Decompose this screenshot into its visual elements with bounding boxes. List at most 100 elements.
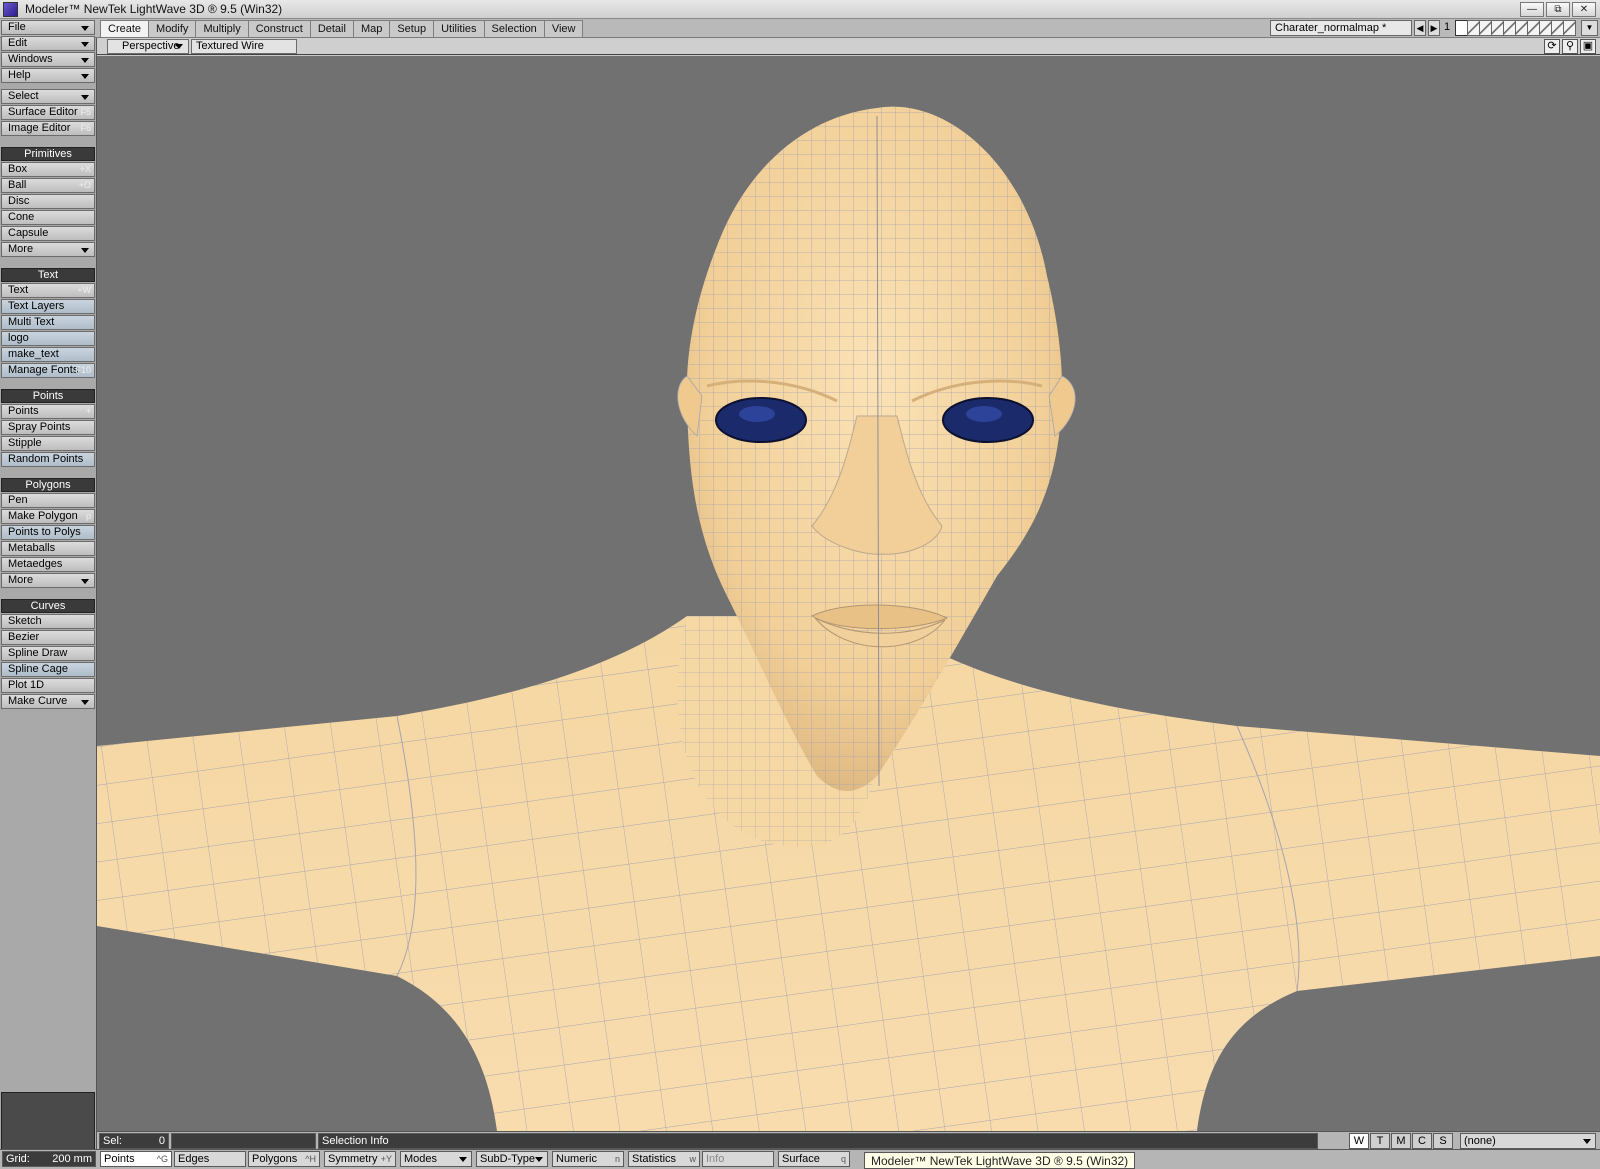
wtmcs-toggles: W T M C S: [1349, 1133, 1454, 1149]
perspective-viewport[interactable]: [97, 56, 1600, 1131]
windows-menu[interactable]: Windows: [1, 52, 95, 67]
symmetry-label: Symmetry: [328, 1153, 378, 1165]
tab-map[interactable]: Map: [352, 20, 391, 37]
surface-label: Surface: [782, 1153, 820, 1165]
more-label: More: [8, 243, 34, 255]
chevron-down-icon: [459, 1157, 467, 1162]
chevron-down-icon: [81, 42, 89, 47]
object-name-dropdown[interactable]: Charater_normalmap *: [1270, 20, 1412, 36]
polygons-more-button[interactable]: More: [1, 573, 95, 588]
numeric-button[interactable]: Numeric n: [552, 1151, 624, 1167]
rotate-icon[interactable]: ⟳: [1544, 39, 1560, 54]
edges-mode-button[interactable]: Edges: [174, 1151, 246, 1167]
tab-view[interactable]: View: [543, 20, 584, 37]
tab-create[interactable]: Create: [100, 20, 150, 37]
surface-editor-button[interactable]: Surface Editor F5: [1, 105, 95, 120]
restore-icon[interactable]: ⧉: [1546, 2, 1570, 17]
manage-fonts-button[interactable]: Manage Fonts F10: [1, 363, 95, 378]
tab-detail[interactable]: Detail: [309, 20, 354, 37]
maximize-icon[interactable]: ▣: [1580, 39, 1596, 54]
tab-strip: Create Modify Multiply Construct Detail …: [100, 20, 584, 37]
wtmcs-c-button[interactable]: C: [1412, 1133, 1432, 1149]
render-mode-label: Textured Wire: [196, 40, 264, 52]
statistics-label: Statistics: [632, 1153, 677, 1165]
help-menu[interactable]: Help: [1, 68, 95, 83]
metaballs-button[interactable]: Metaballs: [1, 541, 95, 556]
subd-type-label: SubD-Type: [480, 1153, 536, 1165]
tab-multiply[interactable]: Multiply: [195, 20, 249, 37]
pen-button[interactable]: Pen: [1, 493, 95, 508]
statistics-button[interactable]: Statistics w: [628, 1151, 700, 1167]
wtmcs-m-button[interactable]: M: [1391, 1133, 1411, 1149]
tab-selection[interactable]: Selection: [483, 20, 545, 37]
chevron-down-icon: [1583, 1139, 1591, 1144]
curves-header: Curves: [1, 599, 95, 613]
modes-dropdown[interactable]: Modes: [400, 1151, 472, 1167]
chevron-left-icon[interactable]: ◀: [1414, 20, 1426, 36]
layer-cell[interactable]: [1563, 20, 1576, 36]
surface-editor-label: Surface Editor: [8, 106, 78, 118]
multi-text-button[interactable]: Multi Text: [1, 315, 95, 330]
symmetry-button[interactable]: Symmetry +Y: [324, 1151, 396, 1167]
capsule-button[interactable]: Capsule: [1, 226, 95, 241]
close-icon[interactable]: ✕: [1572, 2, 1596, 17]
shortcut-label: +W: [77, 285, 91, 295]
selection-info-bar: Sel: 0 Selection Info W T M C S (none): [97, 1131, 1600, 1149]
select-menu-label: Select: [8, 90, 39, 102]
spray-points-button[interactable]: Spray Points: [1, 420, 95, 435]
app-logo-icon[interactable]: [3, 2, 18, 17]
spline-draw-button[interactable]: Spline Draw: [1, 646, 95, 661]
window-title: Modeler™ NewTek LightWave 3D ® 9.5 (Win3…: [25, 2, 283, 16]
random-points-button[interactable]: Random Points: [1, 452, 95, 467]
points-to-polys-button[interactable]: Points to Polys: [1, 525, 95, 540]
chevron-down-icon[interactable]: ▼: [1581, 20, 1598, 36]
disc-button[interactable]: Disc: [1, 194, 95, 209]
cone-button[interactable]: Cone: [1, 210, 95, 225]
toolbar-tabs-row: Create Modify Multiply Construct Detail …: [0, 19, 1600, 38]
view-type-dropdown[interactable]: Perspective: [107, 39, 189, 54]
points-header: Points: [1, 389, 95, 403]
file-menu[interactable]: File: [1, 20, 95, 35]
plot-1d-button[interactable]: Plot 1D: [1, 678, 95, 693]
make-polygon-button[interactable]: Make Polygon p: [1, 509, 95, 524]
ball-button[interactable]: Ball +O: [1, 178, 95, 193]
box-button[interactable]: Box +X: [1, 162, 95, 177]
chevron-down-icon: [535, 1157, 543, 1162]
text-button[interactable]: Text +W: [1, 283, 95, 298]
chevron-right-icon[interactable]: ▶: [1428, 20, 1440, 36]
wtmcs-s-button[interactable]: S: [1433, 1133, 1453, 1149]
make-text-button[interactable]: make_text: [1, 347, 95, 362]
image-editor-button[interactable]: Image Editor F6: [1, 121, 95, 136]
zoom-icon[interactable]: ⚲: [1562, 39, 1578, 54]
points-mode-button[interactable]: Points ^G: [100, 1151, 172, 1167]
spline-cage-button[interactable]: Spline Cage: [1, 662, 95, 677]
logo-button[interactable]: logo: [1, 331, 95, 346]
surface-dropdown[interactable]: (none): [1460, 1133, 1596, 1149]
make-curve-button[interactable]: Make Curve: [1, 694, 95, 709]
points-button[interactable]: Points +: [1, 404, 95, 419]
file-menu-label: File: [8, 21, 26, 33]
select-menu[interactable]: Select: [1, 89, 95, 104]
subd-type-dropdown[interactable]: SubD-Type: [476, 1151, 548, 1167]
wtmcs-t-button[interactable]: T: [1370, 1133, 1390, 1149]
image-editor-label: Image Editor: [8, 122, 71, 134]
tab-utilities[interactable]: Utilities: [433, 20, 485, 37]
text-layers-button[interactable]: Text Layers: [1, 299, 95, 314]
primitives-more-button[interactable]: More: [1, 242, 95, 257]
metaedges-button[interactable]: Metaedges: [1, 557, 95, 572]
points-mode-label: Points: [104, 1153, 135, 1165]
polygons-mode-button[interactable]: Polygons ^H: [248, 1151, 320, 1167]
minimize-icon[interactable]: —: [1520, 2, 1544, 17]
surface-button[interactable]: Surface q: [778, 1151, 850, 1167]
stipple-button[interactable]: Stipple: [1, 436, 95, 451]
sketch-button[interactable]: Sketch: [1, 614, 95, 629]
bezier-button[interactable]: Bezier: [1, 630, 95, 645]
info-button[interactable]: Info: [702, 1151, 774, 1167]
wtmcs-w-button[interactable]: W: [1349, 1133, 1369, 1149]
render-mode-dropdown[interactable]: Textured Wire: [191, 39, 297, 54]
tab-setup[interactable]: Setup: [389, 20, 435, 37]
windows-menu-label: Windows: [8, 53, 53, 65]
edit-menu[interactable]: Edit: [1, 36, 95, 51]
tab-construct[interactable]: Construct: [247, 20, 311, 37]
tab-modify[interactable]: Modify: [148, 20, 197, 37]
